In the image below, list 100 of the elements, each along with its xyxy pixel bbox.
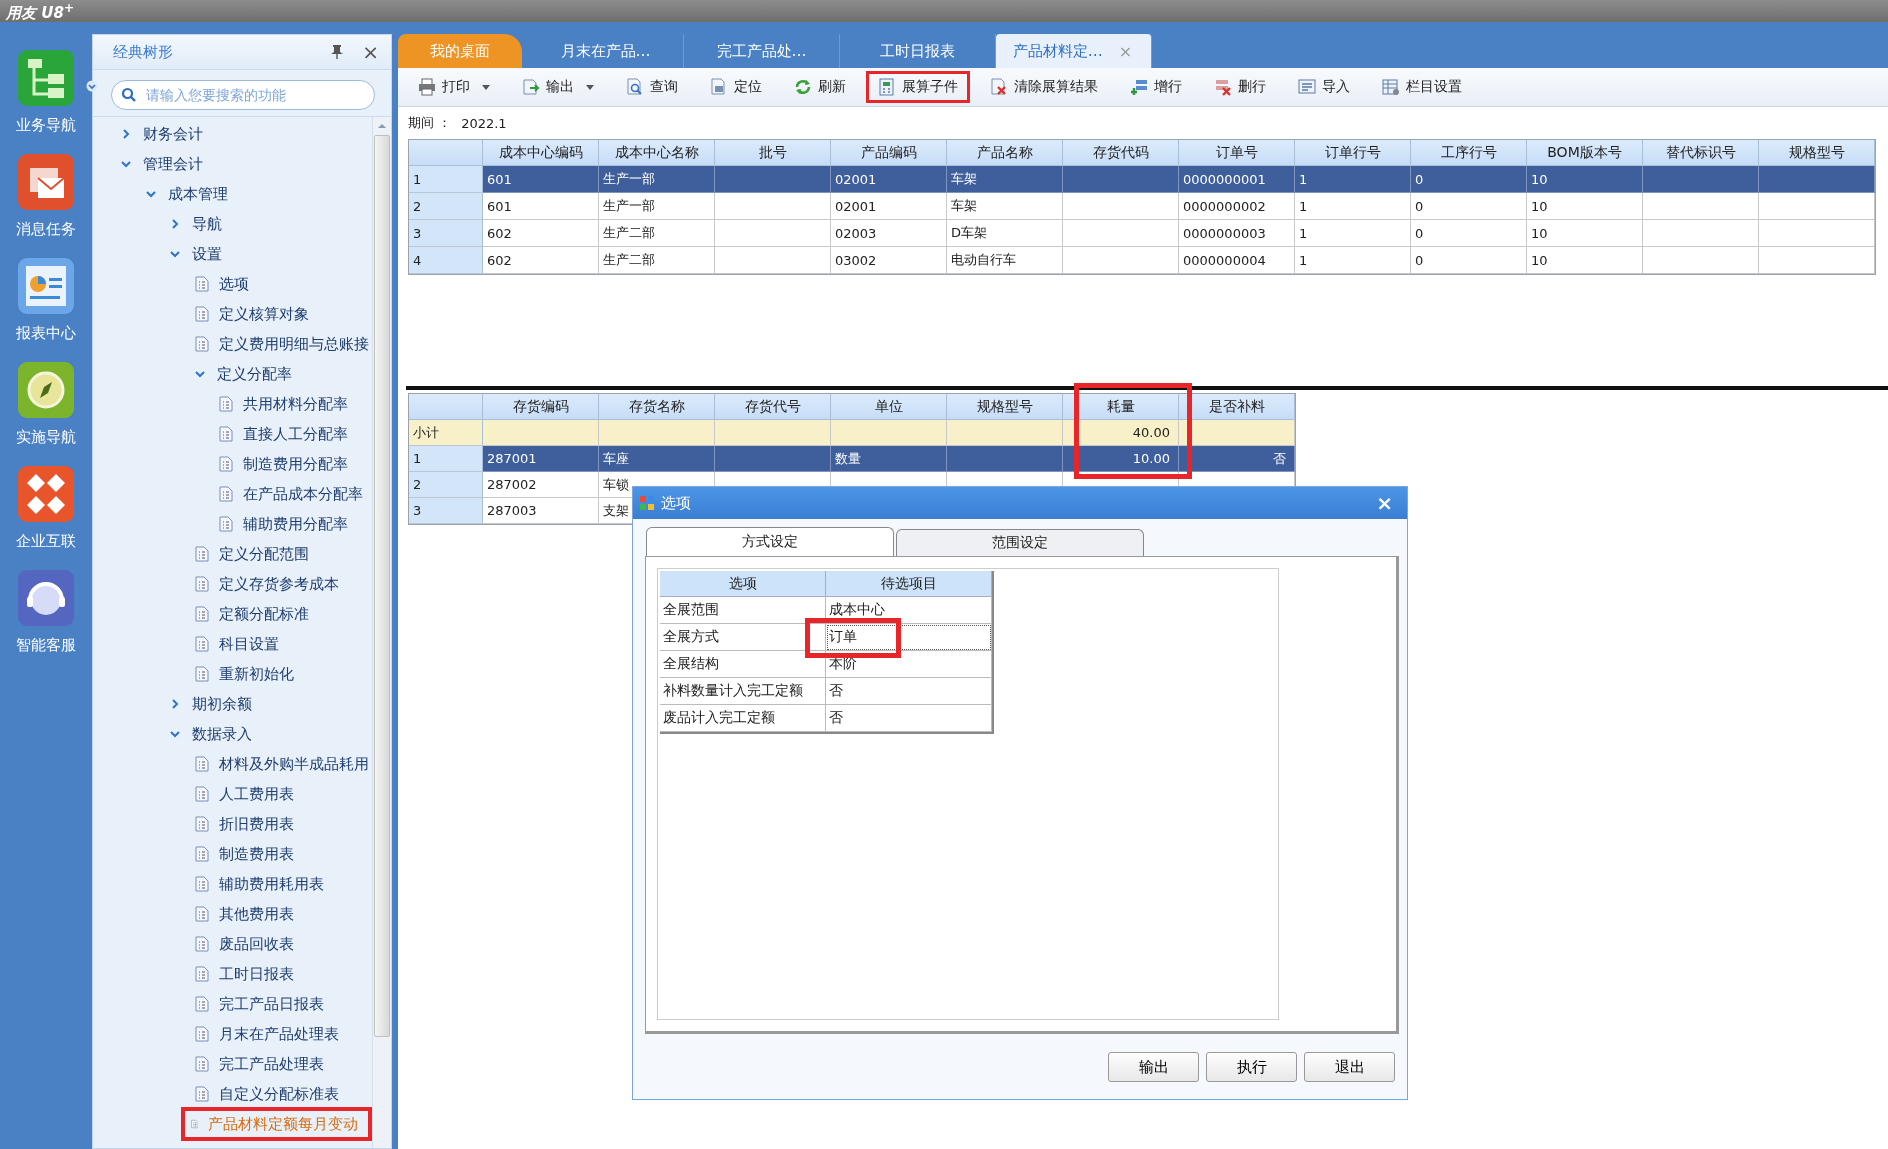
toolbar-button[interactable]: 展算子件 (866, 71, 970, 103)
tree-item[interactable]: 定义存货参考成本 (190, 569, 343, 599)
row-header[interactable]: 4 (409, 247, 483, 274)
report-icon[interactable] (18, 258, 74, 314)
chevron-icon[interactable] (194, 369, 205, 379)
tree-item[interactable]: 管理会计 (117, 149, 207, 179)
chevron-icon[interactable] (170, 729, 180, 739)
tree-item[interactable]: 自定义分配标准表 (190, 1079, 343, 1109)
table-cell[interactable]: 订单 (826, 624, 992, 651)
column-header[interactable]: 工序行号 (1411, 140, 1527, 166)
column-header[interactable]: 存货编码 (483, 394, 599, 420)
tree-item[interactable]: 其他费用表 (190, 899, 298, 929)
column-header[interactable]: 产品名称 (947, 140, 1063, 166)
close-button[interactable]: × (358, 40, 383, 64)
tab[interactable]: 范围设定 (896, 529, 1144, 556)
tree-item[interactable]: 废品回收表 (190, 929, 298, 959)
pin-icon[interactable] (330, 44, 345, 60)
column-header[interactable]: 成本中心名称 (599, 140, 715, 166)
nav-label[interactable]: 智能客服 (16, 636, 76, 655)
dialog-button[interactable]: 执行 (1206, 1052, 1297, 1082)
column-header[interactable]: 是否补料 (1179, 394, 1295, 420)
tree-item[interactable]: 月末在产品处理表 (190, 1019, 343, 1049)
tree-item[interactable]: 共用材料分配率 (215, 389, 352, 419)
toolbar-button[interactable]: 导入 (1286, 71, 1362, 103)
nav-label[interactable]: 报表中心 (16, 324, 76, 343)
toolbar-button[interactable]: 定位 (698, 71, 774, 103)
column-header[interactable]: 耗量 (1063, 394, 1179, 420)
tree-item[interactable]: 定义分配范围 (190, 539, 313, 569)
row-header[interactable]: 2 (409, 472, 483, 498)
row-header[interactable]: 1 (409, 166, 483, 193)
scrollbar[interactable] (372, 117, 391, 1148)
column-header[interactable]: BOM版本号 (1527, 140, 1643, 166)
column-header[interactable]: 存货代码 (1063, 140, 1179, 166)
column-header[interactable]: 单位 (831, 394, 947, 420)
folder-tree-icon[interactable] (18, 50, 74, 106)
compass-icon[interactable] (18, 362, 74, 418)
tree-item[interactable]: 制造费用表 (190, 839, 298, 869)
tree-item[interactable]: 数据录入 (166, 719, 256, 749)
tree-item[interactable]: 定额分配标准 (190, 599, 313, 629)
chevron-icon[interactable] (170, 219, 180, 229)
tree-item[interactable]: 材料及外购半成品耗用 (190, 749, 372, 779)
tree-item[interactable]: 成本管理 (141, 179, 232, 209)
tree-item[interactable]: 完工产品日报表 (190, 989, 328, 1019)
column-header[interactable]: 规格型号 (947, 394, 1063, 420)
nav-label[interactable]: 企业互联 (16, 532, 76, 551)
tree-item[interactable]: 导航 (166, 209, 226, 239)
column-header[interactable]: 替代标识号 (1643, 140, 1759, 166)
caret-icon[interactable] (586, 84, 594, 90)
tree-item[interactable]: 折旧费用表 (190, 809, 298, 839)
column-header[interactable]: 成本中心编码 (483, 140, 599, 166)
tree-item[interactable]: 设置 (166, 239, 226, 269)
tab[interactable]: 方式设定 (646, 527, 894, 556)
column-header[interactable]: 存货代号 (715, 394, 831, 420)
close-button[interactable]: × (1372, 491, 1397, 515)
column-header[interactable]: 订单行号 (1295, 140, 1411, 166)
row-header[interactable]: 3 (409, 498, 483, 524)
toolbar-button[interactable]: 打印 (406, 71, 502, 103)
nav-label[interactable]: 消息任务 (16, 220, 76, 239)
toolbar-button[interactable]: 删行 (1202, 71, 1278, 103)
tree-item[interactable]: 人工费用表 (190, 779, 298, 809)
toolbar-button[interactable]: 清除展算结果 (978, 71, 1110, 103)
table-cell[interactable]: 否 (826, 705, 992, 732)
tree-item[interactable]: 财务会计 (117, 119, 207, 149)
tree-item[interactable]: 选项 (190, 269, 253, 299)
nav-label[interactable]: 业务导航 (16, 116, 76, 135)
tree-item[interactable]: 直接人工分配率 (215, 419, 352, 449)
toolbar-button[interactable]: 栏目设置 (1370, 71, 1474, 103)
table-cell[interactable]: 否 (826, 678, 992, 705)
column-header[interactable]: 产品编码 (831, 140, 947, 166)
tree-item[interactable]: 定义分配率 (190, 359, 296, 389)
caret-icon[interactable] (482, 84, 490, 90)
tree-item[interactable]: 辅助费用分配率 (215, 509, 352, 539)
chevron-icon[interactable] (170, 249, 180, 259)
tab[interactable]: 产品材料定… × (996, 34, 1152, 68)
chevron-icon[interactable] (170, 699, 180, 709)
nav-label[interactable]: 实施导航 (16, 428, 76, 447)
row-header[interactable]: 3 (409, 220, 483, 247)
column-header[interactable]: 存货名称 (599, 394, 715, 420)
toolbar-button[interactable]: 查询 (614, 71, 690, 103)
mail-icon[interactable] (18, 154, 74, 210)
row-header[interactable]: 2 (409, 193, 483, 220)
tree-item[interactable]: 辅助费用耗用表 (190, 869, 328, 899)
tree-item[interactable]: 定义费用明细与总账接 (190, 329, 372, 359)
column-header[interactable]: 批号 (715, 140, 831, 166)
chevron-icon[interactable] (121, 159, 131, 169)
toolbar-button[interactable]: 刷新 (782, 71, 858, 103)
tree-item[interactable]: 重新初始化 (190, 659, 298, 689)
scrollbar-thumb[interactable] (374, 135, 390, 1037)
dialog-button[interactable]: 输出 (1108, 1052, 1199, 1082)
chevron-icon[interactable] (145, 189, 156, 199)
search-field[interactable]: 请输入您要搜索的功能 (111, 80, 375, 110)
tree-item[interactable]: 科目设置 (190, 629, 283, 659)
table-cell[interactable]: 成本中心 (826, 597, 992, 624)
toolbar-button[interactable]: 增行 (1118, 71, 1194, 103)
tree-item[interactable]: 工时日报表 (190, 959, 298, 989)
dialog-button[interactable]: 退出 (1304, 1052, 1395, 1082)
diamonds-icon[interactable] (18, 466, 74, 522)
tree-item[interactable]: 制造费用分配率 (215, 449, 352, 479)
row-header[interactable]: 1 (409, 446, 483, 472)
scroll-up-icon[interactable] (377, 123, 387, 129)
